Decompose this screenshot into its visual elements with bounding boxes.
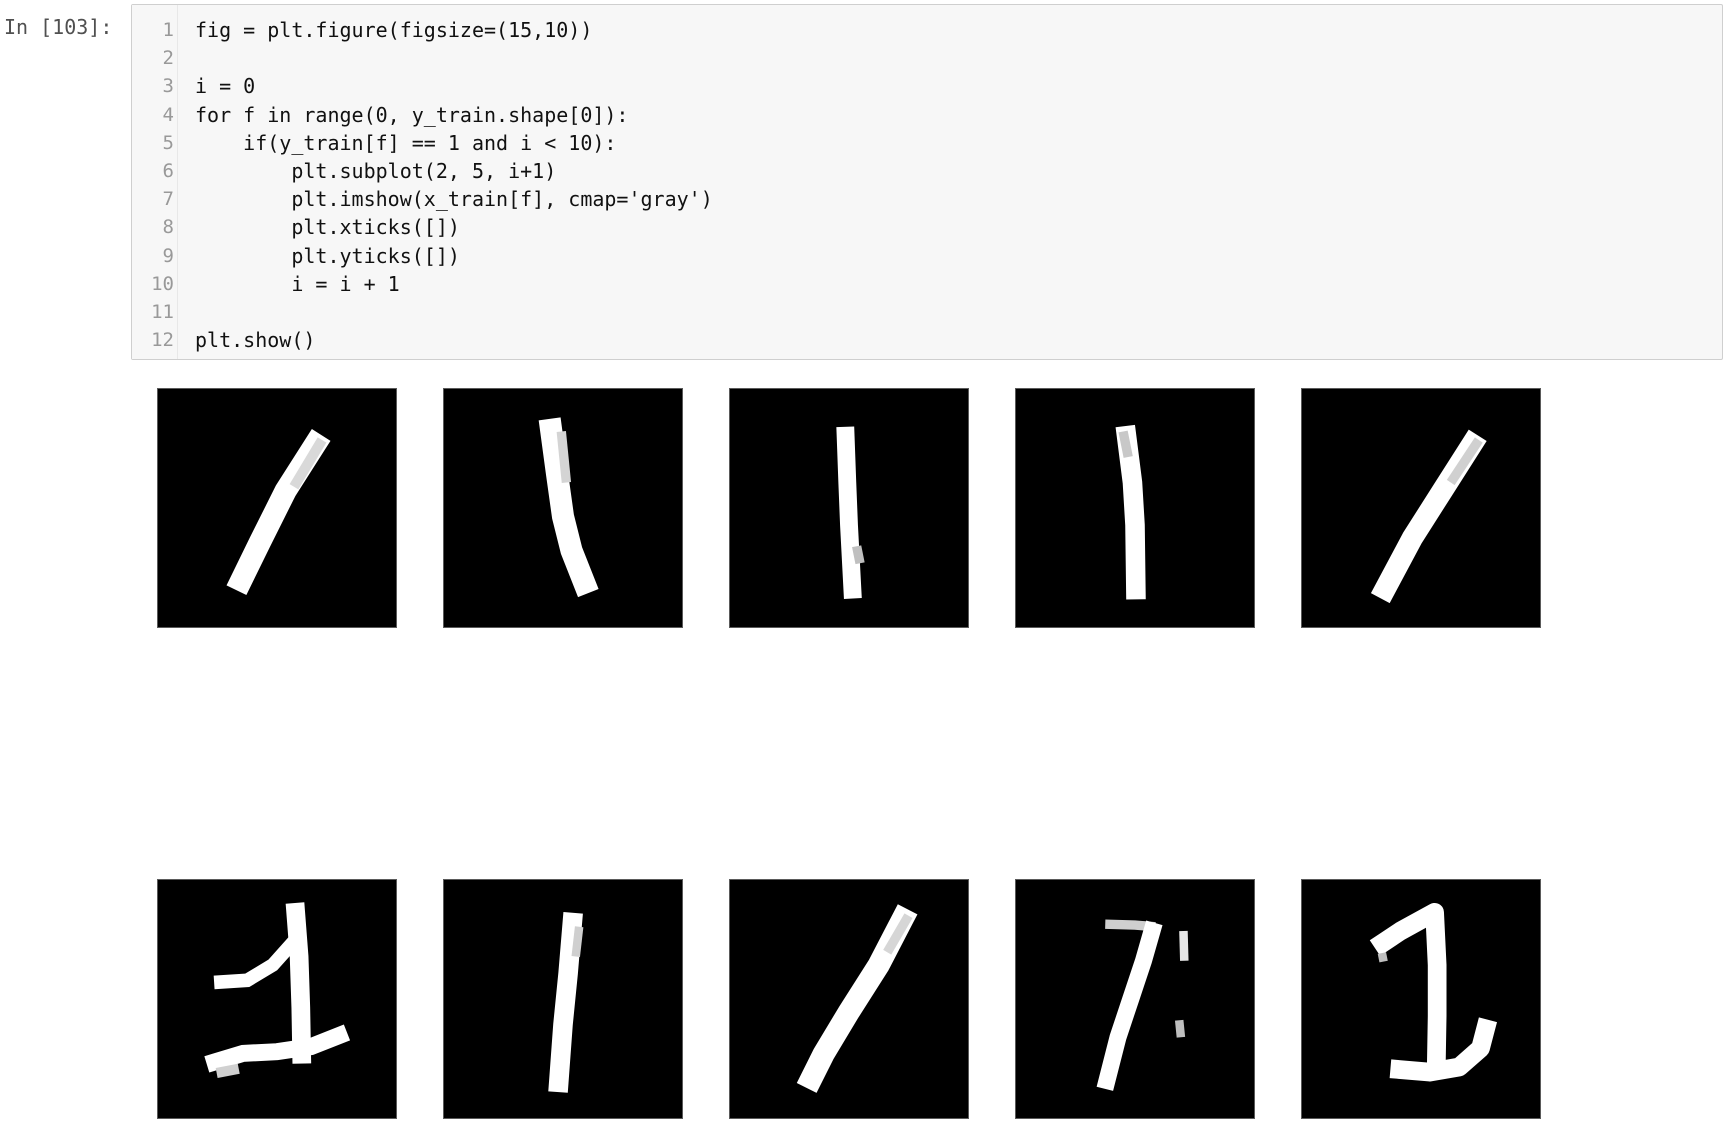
line-number: 2 <box>162 47 174 70</box>
line-number: 12 <box>151 329 174 352</box>
digit-image-9 <box>1015 879 1255 1119</box>
code-line[interactable]: 9 plt.yticks([]) <box>132 242 1722 270</box>
line-number: 1 <box>162 19 174 41</box>
code-line[interactable]: 10 i = i + 1 <box>132 270 1722 298</box>
code-line[interactable]: 4 for f in range(0, y_train.shape[0]): <box>132 101 1722 129</box>
line-number: 11 <box>151 301 174 323</box>
digit-image-5 <box>1301 388 1541 628</box>
digit-one-3-image <box>836 426 865 599</box>
digit-one-1-image <box>226 428 331 596</box>
digit-image-4 <box>1015 388 1255 628</box>
code-text[interactable]: if(y_train[f] == 1 and i < 10): <box>195 129 616 157</box>
code-text[interactable]: plt.subplot(2, 5, i+1) <box>195 157 556 185</box>
line-number: 8 <box>162 216 174 239</box>
digit-one-10-image <box>1369 902 1498 1082</box>
digit-one-8-image <box>796 904 918 1093</box>
code-text[interactable]: plt.show() <box>195 326 315 354</box>
code-line[interactable]: 12 plt.show() <box>132 326 1722 354</box>
digit-image-3 <box>729 388 969 628</box>
line-number: 10 <box>151 272 174 295</box>
code-line[interactable]: 2 <box>132 44 1722 72</box>
digit-image-6 <box>157 879 397 1119</box>
line-number: 9 <box>162 244 174 267</box>
code-text[interactable]: fig = plt.figure(figsize=(15,10)) <box>195 16 592 44</box>
code-text[interactable]: i = i + 1 <box>195 270 399 298</box>
code-line[interactable]: 1 fig = plt.figure(figsize=(15,10)) <box>132 16 1722 44</box>
line-number: 4 <box>162 103 174 126</box>
code-line[interactable]: 11 <box>132 298 1722 326</box>
line-number: 6 <box>162 160 174 182</box>
digit-image-10 <box>1301 879 1541 1119</box>
digit-one-9-image <box>1096 919 1189 1091</box>
line-number: 7 <box>162 188 174 211</box>
digit-one-4-image <box>1115 424 1146 600</box>
code-text[interactable]: plt.yticks([]) <box>195 242 460 270</box>
code-text[interactable]: plt.imshow(x_train[f], cmap='gray') <box>195 185 712 213</box>
code-line[interactable]: 6 plt.subplot(2, 5, i+1) <box>132 157 1722 185</box>
digit-image-8 <box>729 879 969 1119</box>
digit-image-7 <box>443 879 683 1119</box>
cell-prompt: In [103]: <box>4 15 113 39</box>
digit-one-7-image <box>548 911 584 1093</box>
digit-one-5-image <box>1370 429 1487 604</box>
code-cell[interactable]: 1 fig = plt.figure(figsize=(15,10)) 2 3 i = … <box>131 4 1723 360</box>
code-line[interactable]: 8 plt.xticks([]) <box>132 213 1722 241</box>
code-line[interactable]: 3 i = 0 <box>132 72 1722 100</box>
code-text[interactable]: for f in range(0, y_train.shape[0]): <box>195 101 628 129</box>
digit-one-2-image <box>538 417 599 598</box>
line-number: 3 <box>162 75 174 98</box>
digit-image-1 <box>157 388 397 628</box>
code-text[interactable]: plt.xticks([]) <box>195 213 460 241</box>
code-line[interactable]: 5 if(y_train[f] == 1 and i < 10): <box>132 129 1722 157</box>
digit-one-6-image <box>204 902 351 1078</box>
code-text[interactable]: i = 0 <box>195 72 255 100</box>
code-line[interactable]: 7 plt.imshow(x_train[f], cmap='gray') <box>132 185 1722 213</box>
line-number: 5 <box>162 131 174 154</box>
digit-image-2 <box>443 388 683 628</box>
